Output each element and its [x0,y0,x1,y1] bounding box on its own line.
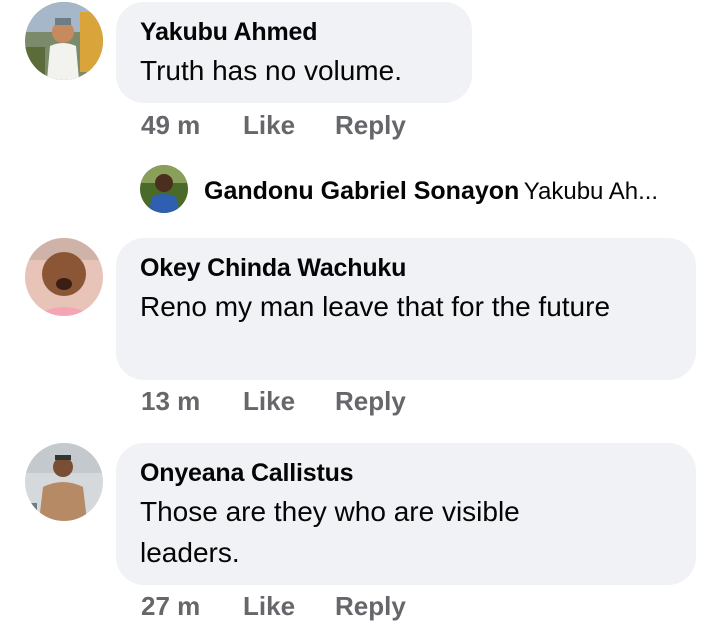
comment-bubble: Onyeana Callistus Those are they who are… [116,443,696,585]
reply-button[interactable]: Reply [335,591,406,621]
reply-preview[interactable]: Gandonu Gabriel Sonayon Yakubu Ah... [204,176,658,210]
comment-actions: 49 m Like Reply [141,110,406,140]
avatar[interactable] [140,165,188,213]
comment-bubble: Yakubu Ahmed Truth has no volume. [116,2,472,103]
comment-author[interactable]: Okey Chinda Wachuku [140,252,676,284]
comment-author[interactable]: Yakubu Ahmed [140,16,452,48]
like-button[interactable]: Like [243,386,335,416]
comment-actions: 13 m Like Reply [141,386,406,416]
avatar[interactable] [25,2,103,80]
comment-author[interactable]: Onyeana Callistus [140,457,676,489]
avatar[interactable] [25,238,103,316]
like-button[interactable]: Like [243,591,335,621]
comment-timestamp[interactable]: 49 m [141,110,243,140]
comment-bubble: Okey Chinda Wachuku Reno my man leave th… [116,238,696,380]
reply-snippet: Yakubu Ah... [523,178,659,205]
comment-actions: 27 m Like Reply [141,591,406,621]
comment-timestamp[interactable]: 27 m [141,591,243,621]
avatar[interactable] [25,443,103,521]
reply-author[interactable]: Gandonu Gabriel Sonayon [204,177,519,205]
comment-text: Truth has no volume. [140,55,402,86]
reply-button[interactable]: Reply [335,386,406,416]
comment-timestamp[interactable]: 13 m [141,386,243,416]
comment-text: Reno my man leave that for the future [140,291,611,322]
like-button[interactable]: Like [243,110,335,140]
reply-button[interactable]: Reply [335,110,406,140]
comment-text: Those are they who are visible leaders. [140,496,520,568]
